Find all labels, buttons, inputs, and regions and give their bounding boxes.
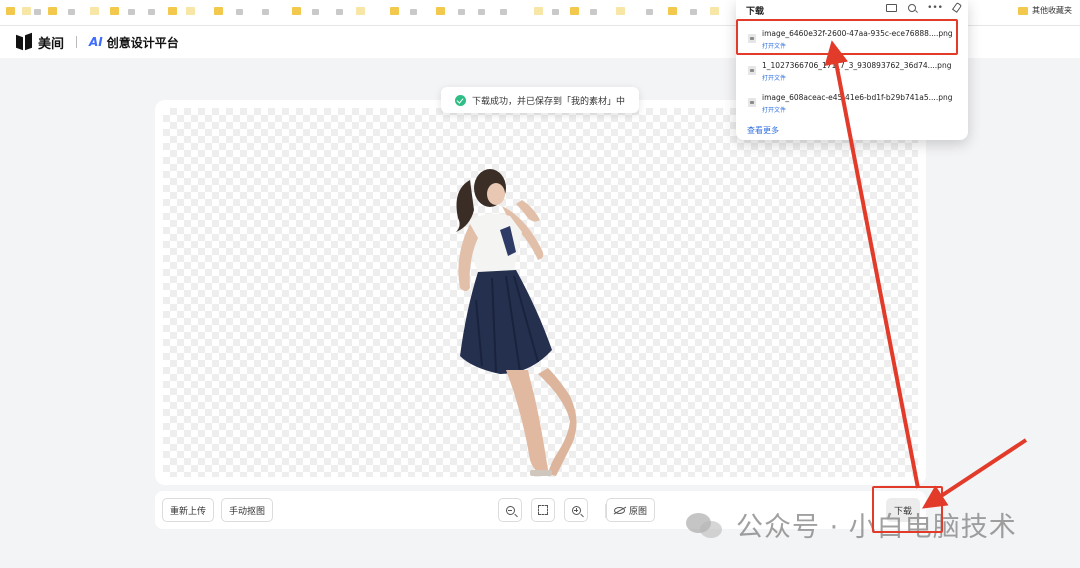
arrow-to-download-item [824,40,920,489]
annotation-arrows [824,40,1028,509]
arrow-to-download-button [921,438,1028,509]
